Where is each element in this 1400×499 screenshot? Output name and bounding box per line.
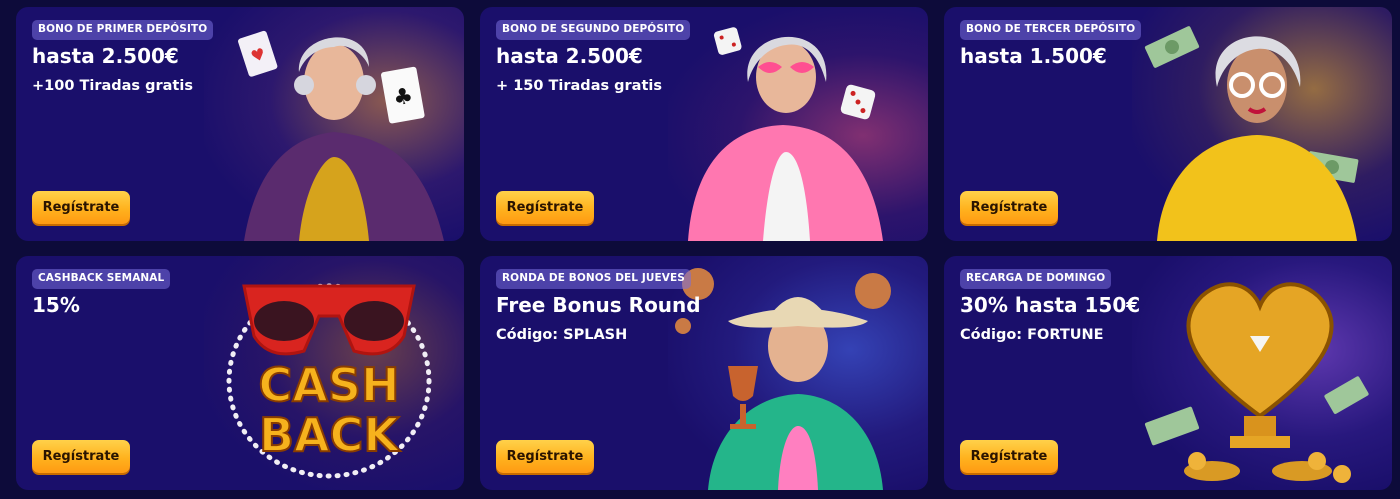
bonus-title: 15% <box>32 293 80 317</box>
woman-with-goblet-illustration <box>675 268 891 490</box>
cash-art-text: CASH <box>259 358 400 412</box>
register-button[interactable]: Regístrate <box>960 440 1058 473</box>
woman-with-playing-cards-illustration: ♥ ♣ <box>238 30 444 241</box>
back-art-text: BACK <box>259 408 401 462</box>
bonus-subtitle: Código: SPLASH <box>496 327 628 343</box>
bonus-badge: RONDA DE BONOS DEL JUEVES <box>496 269 691 289</box>
bonus-card-sunday-reload[interactable]: RECARGA DE DOMINGO 30% hasta 150€ Código… <box>944 256 1392 490</box>
cashback-sunglasses-illustration: CASH BACK <box>226 283 432 479</box>
bonus-title: hasta 2.500€ <box>32 44 179 68</box>
bonus-badge: BONO DE SEGUNDO DEPÓSITO <box>496 20 691 40</box>
register-button[interactable]: Regístrate <box>496 191 594 224</box>
bonus-grid: BONO DE PRIMER DEPÓSITO hasta 2.500€ +10… <box>0 0 1400 499</box>
bonus-card-thursday-round[interactable]: RONDA DE BONOS DEL JUEVES Free Bonus Rou… <box>480 256 928 490</box>
bonus-card-first-deposit[interactable]: BONO DE PRIMER DEPÓSITO hasta 2.500€ +10… <box>16 7 464 241</box>
bonus-badge: BONO DE PRIMER DEPÓSITO <box>32 20 214 40</box>
bonus-badge: CASHBACK SEMANAL <box>32 269 171 289</box>
bonus-title: 30% hasta 150€ <box>960 293 1141 317</box>
woman-with-dice-illustration <box>688 27 883 241</box>
bonus-badge: RECARGA DE DOMINGO <box>960 269 1112 289</box>
register-button[interactable]: Regístrate <box>960 191 1058 224</box>
bonus-title: hasta 2.500€ <box>496 44 643 68</box>
bonus-title: hasta 1.500€ <box>960 44 1107 68</box>
bonus-card-second-deposit[interactable]: BONO DE SEGUNDO DEPÓSITO hasta 2.500€ + … <box>480 7 928 241</box>
bonus-badge: BONO DE TERCER DEPÓSITO <box>960 20 1142 40</box>
bonus-subtitle: + 150 Tiradas gratis <box>496 78 662 94</box>
bonus-subtitle: +100 Tiradas gratis <box>32 78 193 94</box>
register-button[interactable]: Regístrate <box>32 191 130 224</box>
bonus-card-weekly-cashback[interactable]: CASHBACK SEMANAL 15% CASH BACK Regístrat… <box>16 256 464 490</box>
golden-heart-trophy-illustration <box>1144 282 1369 483</box>
bonus-subtitle: Código: FORTUNE <box>960 327 1104 343</box>
woman-with-money-illustration <box>1144 26 1359 241</box>
bonus-title: Free Bonus Round <box>496 293 701 317</box>
register-button[interactable]: Regístrate <box>32 440 130 473</box>
bonus-card-third-deposit[interactable]: BONO DE TERCER DEPÓSITO hasta 1.500€ Reg… <box>944 7 1392 241</box>
register-button[interactable]: Regístrate <box>496 440 594 473</box>
